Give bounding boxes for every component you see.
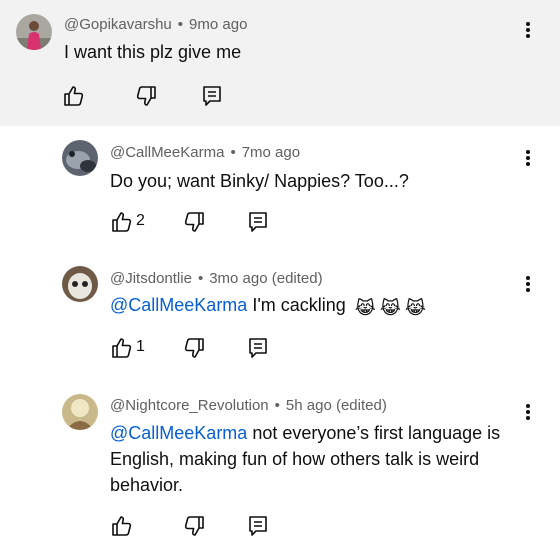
thumbs-up-icon bbox=[64, 86, 84, 106]
reply-button[interactable] bbox=[246, 210, 270, 234]
comment-meta: @Jitsdontlie • 3mo ago (edited) bbox=[110, 270, 323, 287]
avatar-image bbox=[16, 14, 52, 50]
like-button[interactable] bbox=[110, 336, 134, 360]
reply-comment: @Nightcore_Revolution • 5h ago (edited) @C… bbox=[0, 380, 560, 560]
avatar-image bbox=[62, 394, 98, 430]
avatar[interactable] bbox=[62, 266, 98, 302]
comment-text: Do you; want Binky/ Nappies? Too...? bbox=[110, 171, 409, 191]
avatar-image bbox=[62, 140, 98, 176]
comment-meta: @Nightcore_Revolution • 5h ago (edited) bbox=[110, 397, 387, 414]
comment-text: I want this plz give me bbox=[64, 42, 242, 62]
reply-button[interactable] bbox=[246, 514, 270, 538]
avatar[interactable] bbox=[62, 140, 98, 176]
crying-laughing-cat-emoji: 😹 bbox=[379, 298, 401, 318]
thumbs-down-icon bbox=[184, 212, 204, 232]
thumbs-down-icon bbox=[184, 516, 204, 536]
separator: • bbox=[274, 397, 280, 414]
comment-meta: @CallMeeKarma • 7mo ago bbox=[110, 144, 300, 161]
reply-comment-icon bbox=[249, 212, 267, 232]
comment-text: @CallMeeKarma I'm cackling 😹 😹 😹 bbox=[110, 292, 426, 321]
timestamp[interactable]: 5h ago (edited) bbox=[286, 397, 387, 414]
timestamp[interactable]: 9mo ago bbox=[189, 16, 247, 33]
avatar-image bbox=[62, 266, 98, 302]
timestamp[interactable]: 7mo ago bbox=[242, 144, 300, 161]
avatar[interactable] bbox=[62, 394, 98, 430]
more-vertical-icon[interactable] bbox=[521, 402, 535, 424]
separator: • bbox=[230, 144, 236, 161]
author-name[interactable]: @Jitsdontlie bbox=[110, 270, 192, 287]
dislike-button[interactable] bbox=[182, 210, 206, 234]
like-button[interactable] bbox=[110, 210, 134, 234]
user-mention-link[interactable]: @CallMeeKarma bbox=[110, 295, 247, 315]
author-name[interactable]: @CallMeeKarma bbox=[110, 144, 224, 161]
dislike-button[interactable] bbox=[182, 336, 206, 360]
comment-actions: 2 bbox=[108, 210, 278, 236]
dislike-button[interactable] bbox=[182, 514, 206, 538]
comment-line: @CallMeeKarma not everyone’s first langu… bbox=[110, 420, 500, 446]
comment-actions bbox=[60, 84, 260, 110]
like-count: 2 bbox=[136, 212, 145, 229]
comment-meta: @Gopikavarshu • 9mo ago bbox=[64, 16, 247, 33]
reply-comment: @CallMeeKarma • 7mo ago Do you; want Binky… bbox=[0, 126, 560, 254]
avatar[interactable] bbox=[16, 14, 52, 50]
thumbs-up-icon bbox=[112, 338, 132, 358]
reply-button[interactable] bbox=[200, 84, 224, 108]
like-count: 1 bbox=[136, 338, 145, 355]
comment-text: @CallMeeKarma not everyone’s first langu… bbox=[110, 420, 500, 498]
more-vertical-icon[interactable] bbox=[521, 148, 535, 170]
separator: • bbox=[197, 270, 204, 287]
comment-actions bbox=[108, 514, 278, 540]
comment-body: I'm cackling bbox=[247, 295, 346, 315]
crying-laughing-cat-emoji: 😹 bbox=[354, 298, 376, 318]
author-name[interactable]: @Nightcore_Revolution bbox=[110, 397, 269, 414]
thumbs-up-icon bbox=[112, 212, 132, 232]
comment-line: behavior. bbox=[110, 475, 184, 495]
reply-button[interactable] bbox=[246, 336, 270, 360]
thumbs-down-icon bbox=[184, 338, 204, 358]
crying-laughing-cat-emoji: 😹 bbox=[404, 298, 426, 318]
timestamp[interactable]: 3mo ago (edited) bbox=[209, 270, 322, 287]
more-vertical-icon[interactable] bbox=[521, 20, 535, 42]
like-button[interactable] bbox=[110, 514, 134, 538]
comment-line: English, making fun of how others talk i… bbox=[110, 449, 480, 469]
thumbs-up-icon bbox=[112, 516, 132, 536]
more-vertical-icon[interactable] bbox=[521, 274, 535, 296]
thumbs-down-icon bbox=[136, 86, 156, 106]
reply-comment-icon bbox=[249, 516, 267, 536]
author-name[interactable]: @Gopikavarshu bbox=[64, 16, 172, 33]
comment-body: not everyone’s first language is bbox=[247, 423, 501, 443]
dislike-button[interactable] bbox=[134, 84, 158, 108]
like-button[interactable] bbox=[62, 84, 86, 108]
comment-actions: 1 bbox=[108, 336, 278, 362]
user-mention-link[interactable]: @CallMeeKarma bbox=[110, 423, 247, 443]
separator: • bbox=[177, 16, 184, 33]
reply-comment: @Jitsdontlie • 3mo ago (edited) @CallMeeKa… bbox=[0, 254, 560, 380]
reply-comment-icon bbox=[249, 338, 267, 358]
comment-thread-top: @Gopikavarshu • 9mo ago I want this plz gi… bbox=[0, 0, 560, 126]
reply-comment-icon bbox=[203, 86, 221, 106]
